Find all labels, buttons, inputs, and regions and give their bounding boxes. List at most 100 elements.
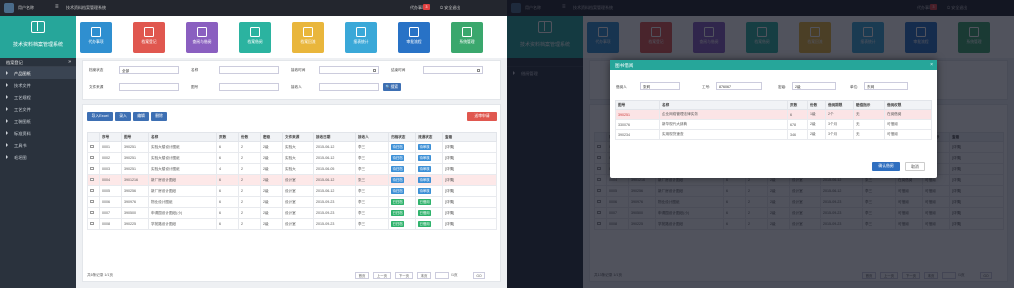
tile-register[interactable]: 档案登记 [133,22,165,53]
next-page-button[interactable]: 下一页 [395,272,413,279]
cancel-button[interactable]: 取消 [905,162,925,171]
go-button[interactable]: GO [473,272,485,279]
col-comp: 赔偿指示 [853,100,885,110]
row-checkbox[interactable] [90,177,94,182]
level-input[interactable]: 2级 [792,82,836,90]
cell-flow: 已借用 [415,207,443,219]
search-button[interactable]: 🔍搜索 [383,83,401,91]
cell-archive-tag[interactable]: 待归档 [391,144,405,150]
table-row[interactable]: 0007 390500 申请园设计图纸(小) 6 2 2级 设计室 2015-09-23 李三已… [87,207,497,219]
cell-archive-tag[interactable]: 待归档 [391,188,405,194]
cell-flow-tag[interactable]: 已借用 [418,199,432,205]
sidebar-item-process-specs[interactable]: 工艺规程 [0,91,76,103]
table-row[interactable]: 0004 3901216 新厂房设计图纸 6 2 2级 设计室 2015-06-12 张三 待归档… [87,174,497,186]
tile-borrow[interactable]: 档案借阅 [239,22,271,53]
page-unit: /1页 [451,273,458,277]
menu-icon[interactable]: ≡ [55,4,59,10]
sidebar-item-product-drawings[interactable]: 产品图纸 [0,67,76,79]
cell-flow-tag[interactable]: 待审核 [418,177,432,183]
table-header-row: 序号 图号 名称 页数 份数 密级 文件来源 接收日期 接收人 归档状态 流通状… [87,132,497,142]
last-page-button[interactable]: 末页 [417,272,431,279]
row-checkbox[interactable] [90,210,94,215]
caret-right-icon [6,119,8,123]
col-archive: 归档状态 [388,132,416,142]
empno-input[interactable]: 876067 [716,82,762,90]
borrow-row[interactable]: 390234 实用现货速查 346 2级 3个月无可借阅 [615,129,932,140]
confirm-borrow-button[interactable]: 确认借阅 [872,162,900,171]
end-date-input[interactable] [423,66,483,74]
tile-label: 审批流程 [406,40,422,44]
cell-flow-tag[interactable]: 待审核 [418,155,432,161]
cell-no: 0004 [99,174,122,186]
tile-todo[interactable]: 代办事项 [80,22,112,53]
user-name[interactable]: 用户名称 [18,5,34,11]
date-input[interactable] [319,66,379,74]
logout-button[interactable]: ⏻ 安全退出 [440,5,460,11]
cell-date: 2015-06-12 [313,152,356,164]
cell-no: 0008 [99,218,122,230]
source-input[interactable] [119,83,179,91]
receiver-input[interactable] [319,83,379,91]
cell-flow-tag[interactable]: 待审核 [418,188,432,194]
row-checkbox-cell [87,174,100,186]
sidebar-item-tech-docs[interactable]: 技术文件 [0,79,76,91]
tile-approval[interactable]: 审批流程 [398,22,430,53]
borrower-input[interactable]: 张莉 [640,82,680,90]
row-checkbox[interactable] [90,166,94,171]
table-row[interactable]: 0002 390251 实验大楼设计图纸 6 2 2级 实验大 2015-06-12 李三 待归档… [87,152,497,164]
sidebar-item-tooling[interactable]: 工装图纸 [0,115,76,127]
row-checkbox[interactable] [90,188,94,193]
delete-button[interactable]: 删除 [151,112,167,121]
row-checkbox[interactable] [90,199,94,204]
tile-reports[interactable]: 报表统计 [345,22,377,53]
caret-right-icon [6,155,8,159]
sidebar-item-blank[interactable]: 毛坯图 [0,151,76,163]
status-select[interactable]: 全部 [119,66,179,74]
cell-archive-tag[interactable]: 待归档 [391,177,405,183]
page-input[interactable] [435,272,449,279]
table-row[interactable]: 0005 390256 新厂房设计图纸 6 2 2级 设计室 2015-06-12 李三 待归档 待… [87,185,497,197]
table-row[interactable]: 0001 390251 实验大楼设计图纸 6 2 2级 实验大 2015-06-12 李三 待归档… [87,141,497,153]
tile-return[interactable]: 档案回流 [292,22,324,53]
cell-archive-tag[interactable]: 已归档 [391,210,405,216]
cell-copies: 2 [238,163,261,175]
cell-flow-tag[interactable]: 待审核 [418,166,432,172]
borrow-row[interactable]: 330076 新华现代大辞典 678 2级 3个月无可借阅 [615,119,932,130]
cell-code: 390251 [121,141,149,153]
borrow-row[interactable]: 390251 企业网络管理法律实务 6 1级 2个无在阅借阅 [615,109,932,120]
code-input[interactable] [219,83,279,91]
table-row[interactable]: 0006 390976 物业设计图纸 6 2 2级 设计室 2015-09-23 李三 已归档 已借… [87,196,497,208]
cell-archive-tag[interactable]: 待归档 [391,155,405,161]
cell-code: 390251 [615,109,660,120]
sidebar-item-process-docs[interactable]: 工艺文件 [0,103,76,115]
submit-review-button[interactable]: 送审申请 [467,112,497,121]
cell-archive-tag[interactable]: 已归档 [391,221,405,227]
tile-lookup[interactable]: 查阅与借阅 [186,22,218,53]
tile-system[interactable]: 系统管理 [451,22,483,53]
cell-flow-tag[interactable]: 已借用 [418,221,432,227]
name-input[interactable] [219,66,279,74]
cell-archive-tag[interactable]: 已归档 [391,199,405,205]
cell-name: 实验大楼设计图纸 [148,141,217,153]
cell-archive-tag[interactable]: 待归档 [391,166,405,172]
cell-level: 2级 [260,174,283,186]
enter-button[interactable]: 录入 [115,112,131,121]
close-icon[interactable]: × [930,62,933,68]
sidebar-item-reference[interactable]: 工具书 [0,139,76,151]
edit-button[interactable]: 编辑 [133,112,149,121]
dept-input[interactable]: 东网 [864,82,908,90]
collapse-icon[interactable]: » [68,59,71,65]
table-row[interactable]: 0003 390251 实验大楼设计图纸 4 2 2级 实验大 2015-06-05 李三 待归档… [87,163,497,175]
top-bar: 用户名称 ≡ 技术资料档案管理系统 代办事项 3 ⏻ 安全退出 [0,0,507,16]
caret-right-icon [6,143,8,147]
first-page-button[interactable]: 首页 [355,272,369,279]
row-checkbox[interactable] [90,155,94,160]
import-excel-button[interactable]: 导入Excel [87,112,113,121]
prev-page-button[interactable]: 上一页 [373,272,391,279]
sidebar-item-standards[interactable]: 标准资料 [0,127,76,139]
cell-flow-tag[interactable]: 待审核 [418,144,432,150]
row-checkbox[interactable] [90,144,94,149]
table-row[interactable]: 0008 390225 学苑路设计图纸 6 2 2级 设计室 2015-09-23 李三 已归档 已… [87,218,497,230]
cell-flow-tag[interactable]: 已借用 [418,210,432,216]
row-checkbox[interactable] [90,221,94,226]
